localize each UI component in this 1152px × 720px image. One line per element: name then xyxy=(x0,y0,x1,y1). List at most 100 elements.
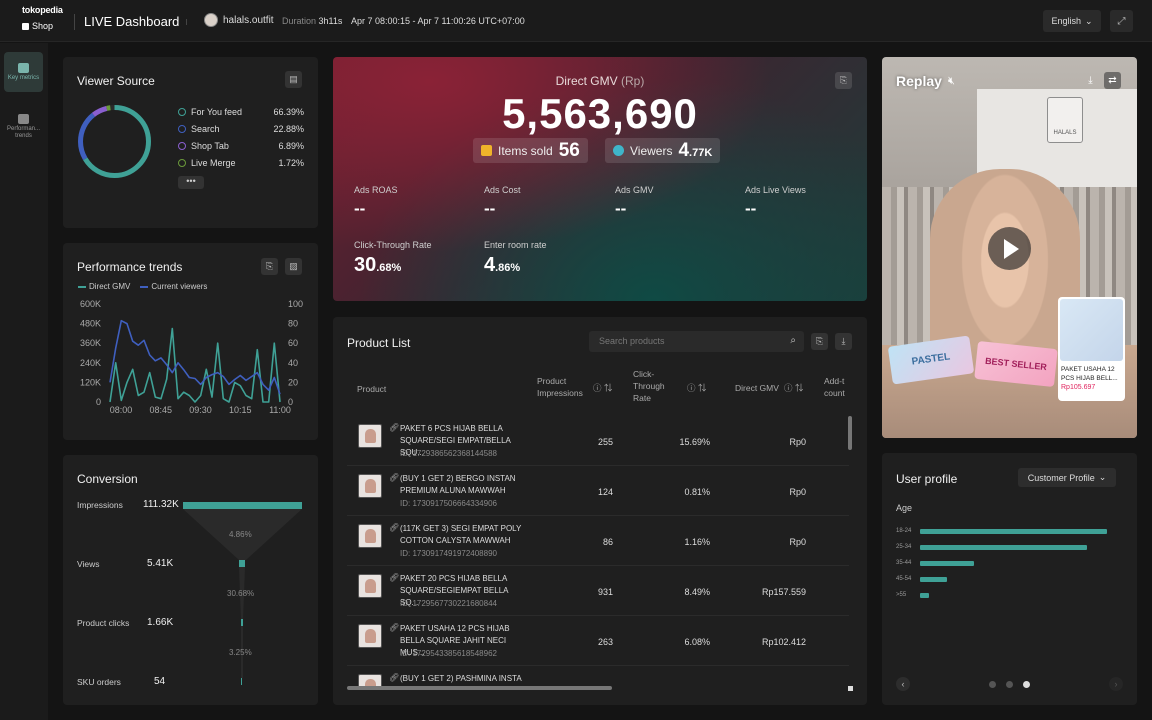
age-bar xyxy=(920,529,1107,534)
sort-icon[interactable]: ⓘ ⇅ xyxy=(784,382,803,394)
y-right-tick: 20 xyxy=(288,377,298,387)
time-range: Apr 7 08:00:15 - Apr 7 11:00:26 UTC+07:0… xyxy=(351,16,525,26)
ctr-suffix: .68% xyxy=(376,262,402,274)
hero-export-button[interactable]: ⎘ xyxy=(835,72,852,89)
source-value: 66.39% xyxy=(273,107,304,117)
funnel-stage-value: 1.66K xyxy=(147,617,174,628)
avatar xyxy=(204,13,218,27)
sort-icon[interactable]: ⓘ ⇅ xyxy=(687,382,706,394)
metric-value: -- xyxy=(484,199,496,218)
product-thumbnail xyxy=(358,624,382,648)
items-sold-value: 56 xyxy=(558,139,580,161)
chevron-right-icon: › xyxy=(1114,679,1118,689)
vertical-scrollbar[interactable] xyxy=(848,416,852,450)
source-name: Live Merge xyxy=(191,158,236,168)
perf-export-button[interactable]: ⎘ xyxy=(261,258,278,275)
carousel-dot-active[interactable] xyxy=(1023,681,1030,688)
link-icon[interactable]: 🔗︎ xyxy=(389,673,399,682)
y-left-tick: 120K xyxy=(80,377,101,387)
key-metrics-hero: Direct GMV (Rp) 5,563,690 ⎘ Items sold 5… xyxy=(333,57,867,301)
language-select[interactable]: English ⌄ xyxy=(1043,10,1101,32)
x-tick: 08:00 xyxy=(110,405,133,415)
viewer-source-item: Search 22.88% xyxy=(178,124,304,134)
replay-title: Replay xyxy=(896,73,942,89)
mute-icon[interactable]: 🔇︎ xyxy=(948,75,955,88)
viewer-source-more-button[interactable]: ••• xyxy=(178,176,204,189)
funnel-stage-label: SKU orders xyxy=(77,677,121,687)
sidebar-item-key-metrics[interactable]: Key metrics xyxy=(4,52,43,92)
enter-int: 4 xyxy=(484,254,496,276)
viewer-source-donut xyxy=(78,105,151,178)
search-icon[interactable]: ⌕ xyxy=(790,335,796,346)
legend-viewers: Current viewers xyxy=(140,282,207,291)
brand-shop-label: Shop xyxy=(32,21,54,31)
column-header-ctr[interactable]: Click-Through Rate xyxy=(633,368,678,404)
chart-icon: ▨ xyxy=(289,261,298,271)
gmv-label-text: Direct GMV xyxy=(555,74,618,88)
chevron-left-icon: ‹ xyxy=(901,679,905,689)
cell-impressions: 86 xyxy=(602,537,613,547)
link-icon[interactable]: 🔗︎ xyxy=(389,573,399,582)
link-icon[interactable]: 🔗︎ xyxy=(389,423,399,432)
carousel-dot[interactable] xyxy=(989,681,996,688)
page-title: LIVE Dashboard xyxy=(84,14,180,29)
product-id: ID: 1730917506664334906 xyxy=(400,499,497,508)
duration: Duration 3h11s xyxy=(282,16,342,26)
gmv-value: 5,563,690 xyxy=(502,90,698,137)
sidebar-item-performance-trends[interactable]: Performan... trends xyxy=(4,107,43,147)
pinned-product-card[interactable]: PAKET USAHA 12 PCS HIJAB BELL... Rp105.6… xyxy=(1058,297,1125,401)
next-button[interactable]: › xyxy=(1109,677,1123,691)
cell-ctr: 6.08% xyxy=(684,637,710,647)
play-button[interactable] xyxy=(988,227,1031,270)
column-header-gmv[interactable]: Direct GMV xyxy=(735,382,779,394)
book-icon: ▤ xyxy=(289,74,298,84)
play-icon xyxy=(1004,238,1019,259)
legend-dot-icon xyxy=(178,108,186,116)
eye-icon xyxy=(613,145,624,156)
table-row[interactable]: 🔗︎ PAKET USAHA 12 PCS HIJAB BELLA SQUARE… xyxy=(347,616,849,666)
viewer-source-info-button[interactable]: ▤ xyxy=(285,71,302,88)
dropdown-label: Customer Profile xyxy=(1027,472,1095,483)
shop-info: halals.outfit xyxy=(204,13,274,27)
product-name: (BUY 1 GET 2) PASHMINA INSTA xyxy=(400,674,522,683)
search-input[interactable]: Search products ⌕ xyxy=(589,331,804,352)
cell-gmv: Rp0 xyxy=(789,437,806,447)
customer-profile-dropdown[interactable]: Customer Profile ⌄ xyxy=(1018,468,1116,487)
horizontal-scrollbar[interactable] xyxy=(347,686,612,690)
swap-icon[interactable]: ⇄ xyxy=(1104,72,1121,89)
y-right-tick: 40 xyxy=(288,358,298,368)
link-icon[interactable]: 🔗︎ xyxy=(389,523,399,532)
fullscreen-button[interactable]: ⤢ xyxy=(1110,10,1133,32)
download-icon[interactable]: ⤓ xyxy=(1082,72,1099,89)
download-icon: ⤓ xyxy=(841,336,846,346)
legend-gmv: Direct GMV xyxy=(78,282,130,291)
table-row[interactable]: 🔗︎ (117K GET 3) SEGI EMPAT POLY COTTON C… xyxy=(347,516,849,566)
product-download-button[interactable]: ⤓ xyxy=(835,333,852,350)
age-label: 18-24 xyxy=(896,528,912,534)
link-icon[interactable]: 🔗︎ xyxy=(389,623,399,632)
perf-switch-button[interactable]: ▨ xyxy=(285,258,302,275)
replay-video[interactable]: HALALS PASTEL BEST SELLER Replay 🔇︎ ⤓ ⇄ … xyxy=(882,57,1137,438)
table-row[interactable]: 🔗︎ (BUY 1 GET 2) PASHMINA INSTA xyxy=(347,666,849,686)
column-header-impressions[interactable]: Product Impressions xyxy=(537,375,592,399)
funnel-stage-value: 54 xyxy=(154,676,166,687)
table-row[interactable]: 🔗︎ PAKET 6 PCS HIJAB BELLA SQUARE/SEGI E… xyxy=(347,416,849,466)
table-row[interactable]: 🔗︎ PAKET 20 PCS HIJAB BELLA SQUARE/SEGIE… xyxy=(347,566,849,616)
table-row[interactable]: 🔗︎ (BUY 1 GET 2) BERGO INSTAN PREMIUM AL… xyxy=(347,466,849,516)
product-export-button[interactable]: ⎘ xyxy=(811,333,828,350)
legend-dot-icon xyxy=(178,159,186,167)
prev-button[interactable]: ‹ xyxy=(896,677,910,691)
sort-icon[interactable]: ⓘ ⇅ xyxy=(593,382,612,394)
link-icon[interactable]: 🔗︎ xyxy=(389,473,399,482)
x-tick: 10:15 xyxy=(229,405,252,415)
product-id: ID: 1730917491972408890 xyxy=(400,549,497,558)
product-id: ID: 1729567730221680844 xyxy=(400,599,497,608)
age-label: 45-54 xyxy=(896,576,912,582)
carousel-dot[interactable] xyxy=(1006,681,1013,688)
funnel-stage-label: Views xyxy=(77,559,100,569)
age-label: >55 xyxy=(896,592,907,598)
column-header-add-to-cart[interactable]: Add-t count xyxy=(824,375,852,399)
metric-value: 4.86% xyxy=(484,254,547,277)
ads-gmv-metric: Ads GMV -- xyxy=(615,185,654,219)
funnel-stage-value: 111.32K xyxy=(143,499,179,510)
